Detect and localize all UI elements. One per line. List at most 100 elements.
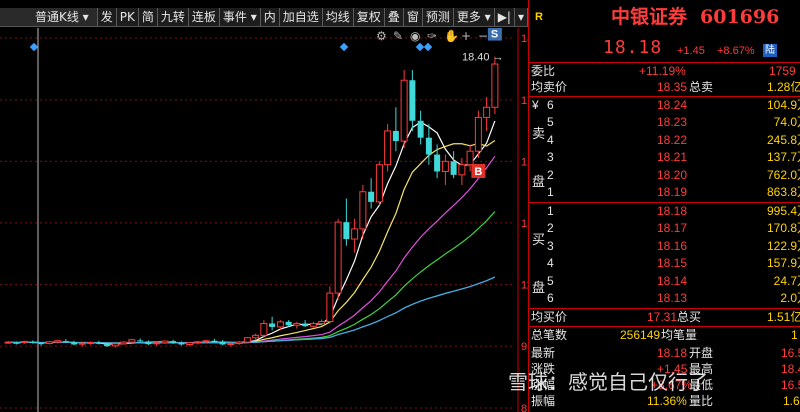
candle[interactable] xyxy=(87,341,95,345)
toolbar-button-11[interactable]: 叠 xyxy=(385,8,404,26)
candle[interactable] xyxy=(293,321,301,329)
latest-value: 18.18 xyxy=(657,346,688,360)
chart-toolbar: 普通K线 ▾ 发 PK 简九转 连板 事件 ▾ 内加自选 均线 复权叠窗预测 更多 ▾ ▶| ▾ xyxy=(0,8,528,27)
toolbar-button-0[interactable]: 普通K线 ▾ xyxy=(0,8,98,26)
toolbar-button-5[interactable]: 连板 xyxy=(189,8,220,26)
toolbar-button-6[interactable]: 事件 ▾ xyxy=(220,8,261,26)
bid-price: 18.16 xyxy=(657,238,688,253)
candle[interactable] xyxy=(491,56,499,115)
bid-row[interactable]: 2 18.17 170.8万 xyxy=(529,221,800,236)
ask-price: 18.24 xyxy=(657,98,688,112)
event-marker-icon[interactable] xyxy=(29,42,39,52)
candle[interactable] xyxy=(368,178,375,209)
bid-row[interactable]: 4 18.15 157.9万 xyxy=(529,256,800,271)
candle[interactable] xyxy=(384,124,392,172)
candle[interactable] xyxy=(318,319,326,326)
toolbar-button-2[interactable]: PK xyxy=(117,8,139,26)
candle[interactable] xyxy=(351,218,359,253)
bid-row[interactable]: 1 18.18 995.4万 xyxy=(529,204,800,219)
sell-signal-marker[interactable]: S xyxy=(487,28,502,41)
bid-row[interactable]: 6 18.13 2.0万 xyxy=(529,291,800,306)
candle[interactable] xyxy=(425,124,432,165)
candle[interactable] xyxy=(145,340,152,346)
candle[interactable] xyxy=(417,110,424,145)
bid-row[interactable]: 5 18.14 24.7万 xyxy=(529,274,800,289)
candle[interactable] xyxy=(178,341,185,346)
candle[interactable] xyxy=(441,154,449,185)
total-buy-label: 总买 xyxy=(677,310,702,324)
gear-icon[interactable]: ⚙ xyxy=(376,29,387,43)
candle[interactable] xyxy=(260,320,268,338)
ask-price: 18.23 xyxy=(657,115,688,130)
ask-row[interactable]: 4 18.22 245.8万 xyxy=(529,133,800,148)
toolbar-button-1[interactable]: 发 xyxy=(98,8,117,26)
plus-icon[interactable]: + xyxy=(461,29,471,43)
ask-row[interactable]: 6 18.24 104.9万 xyxy=(529,98,800,113)
bid-row[interactable]: 3 18.16 122.9万 xyxy=(529,239,800,254)
candle[interactable] xyxy=(392,107,399,152)
ask-row[interactable]: 5 18.23 74.0万 xyxy=(529,115,800,130)
bid-volume: 122.9万 xyxy=(766,238,800,253)
candle[interactable] xyxy=(153,341,161,346)
price-tick-label: 13.48 xyxy=(521,218,528,230)
hand-icon[interactable]: ✋ xyxy=(444,29,459,43)
ask-row[interactable]: 3 18.21 137.7万 xyxy=(529,150,800,165)
toolbar-button-8[interactable]: 加自选 xyxy=(280,8,323,26)
candle[interactable] xyxy=(326,286,334,324)
candle[interactable] xyxy=(137,338,144,343)
candle[interactable] xyxy=(302,320,309,327)
avg-buy-price: 17.31 xyxy=(647,310,678,324)
eye-icon[interactable]: ◉ xyxy=(410,29,420,43)
candle[interactable] xyxy=(334,218,342,300)
ask-row[interactable]: 2 18.20 762.0万 xyxy=(529,168,800,183)
kline-chart[interactable]: 18.95 17.12 15.30 13.48 11.65 9.83 8.00 ⚙ ✎ ◉ ✑ ✋+−… xyxy=(0,28,528,412)
candle[interactable] xyxy=(4,341,12,344)
candle[interactable] xyxy=(269,316,276,331)
toolbar-button-12[interactable]: 窗 xyxy=(404,8,423,26)
candle[interactable] xyxy=(71,340,78,346)
candle[interactable] xyxy=(483,97,491,131)
candle[interactable] xyxy=(450,151,457,179)
candle[interactable] xyxy=(375,161,383,206)
dropdown-arrow-icon[interactable]: ▾ xyxy=(515,8,528,26)
ask-volume: 137.7万 xyxy=(766,150,800,165)
candle[interactable] xyxy=(243,337,251,343)
candle[interactable] xyxy=(111,343,119,348)
candle[interactable] xyxy=(194,340,202,345)
candle[interactable] xyxy=(309,321,317,328)
ask-row[interactable]: 1 18.19 863.8万 xyxy=(529,185,800,200)
toolbar-button-14[interactable]: 更多 ▾ xyxy=(454,8,495,26)
toolbar-button-9[interactable]: 均线 xyxy=(323,8,354,26)
candle[interactable] xyxy=(128,338,136,344)
pencil-icon[interactable]: ✎ xyxy=(393,29,403,43)
price-tick-label: 11.65 xyxy=(521,280,528,292)
collapse-panel-icon[interactable]: ▶| xyxy=(495,8,515,26)
toolbar-button-4[interactable]: 九转 xyxy=(158,8,189,26)
toolbar-button-13[interactable]: 预测 xyxy=(423,8,454,26)
price-tick-label: 8.00 xyxy=(521,403,528,412)
toolbar-button-10[interactable]: 复权 xyxy=(354,8,385,26)
event-marker-icon[interactable] xyxy=(339,42,349,52)
candle[interactable] xyxy=(120,341,128,345)
toolbar-button-7[interactable]: 内 xyxy=(261,8,280,26)
candle[interactable] xyxy=(219,340,226,346)
candle[interactable] xyxy=(235,341,243,345)
candle[interactable] xyxy=(458,157,466,185)
toolbar-button-3[interactable]: 简 xyxy=(139,8,158,26)
candle[interactable] xyxy=(186,342,194,346)
candle[interactable] xyxy=(29,340,36,344)
candle[interactable] xyxy=(45,341,53,345)
brush-icon[interactable]: ✑ xyxy=(427,29,437,43)
event-marker-icon[interactable] xyxy=(423,42,433,52)
candle[interactable] xyxy=(409,70,416,131)
candle[interactable] xyxy=(474,110,482,158)
candle[interactable] xyxy=(400,70,408,148)
candle[interactable] xyxy=(343,198,350,246)
minus-icon[interactable]: − xyxy=(478,29,488,43)
event-marker-icon[interactable] xyxy=(415,42,425,52)
buy-signal-marker[interactable]: B xyxy=(471,163,486,178)
candle[interactable] xyxy=(21,340,29,344)
candle[interactable] xyxy=(434,144,441,179)
candle[interactable] xyxy=(227,342,235,347)
kline-chart-panel[interactable]: 普通K线 ▾发PK简九转连板事件 ▾内加自选均线复权叠窗预测更多 ▾▶|▾ 18… xyxy=(0,0,528,412)
